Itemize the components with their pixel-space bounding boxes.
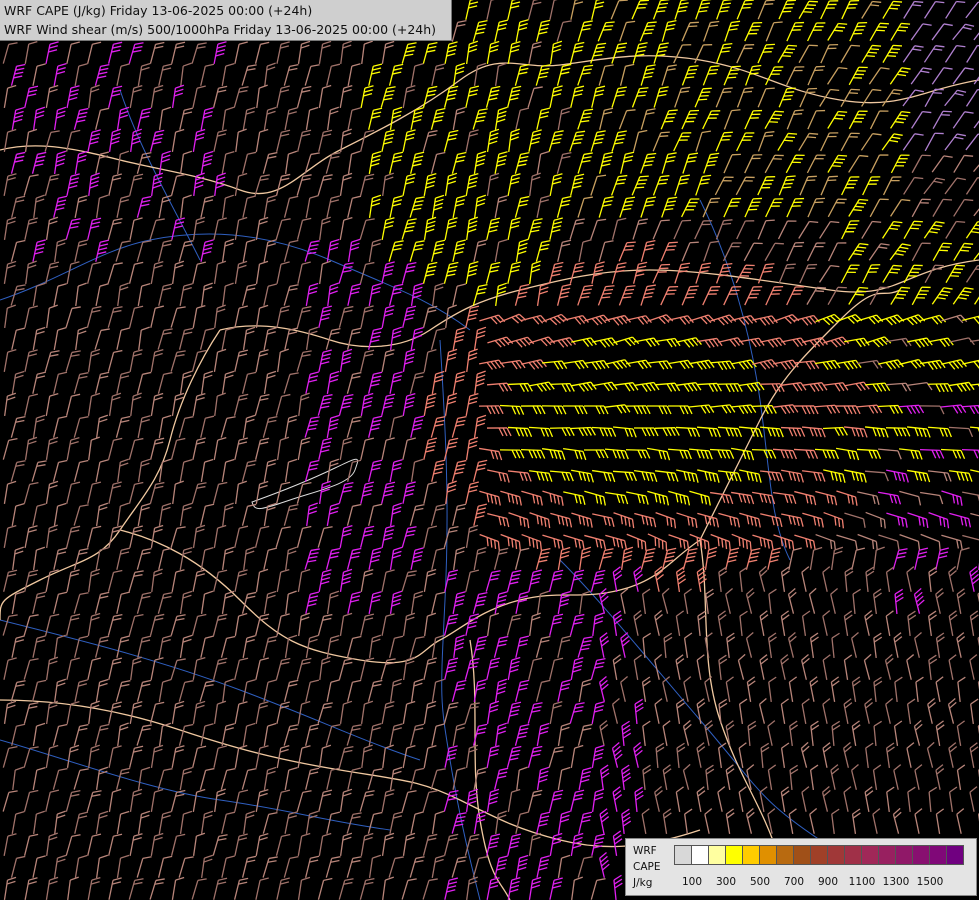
legend-swatch xyxy=(759,845,777,865)
legend-swatch xyxy=(742,845,760,865)
legend-swatch xyxy=(793,845,811,865)
legend-tick-label: 900 xyxy=(817,876,839,888)
map-title-box: WRF CAPE (J/kg) Friday 13-06-2025 00:00 … xyxy=(0,0,452,41)
legend-field-label: CAPE xyxy=(633,861,661,873)
legend-swatch xyxy=(810,845,828,865)
legend-tick-label: 100 xyxy=(681,876,703,888)
legend-swatch xyxy=(827,845,845,865)
legend-swatch xyxy=(912,845,930,865)
legend-swatch xyxy=(946,845,964,865)
legend-swatch xyxy=(776,845,794,865)
legend-swatch xyxy=(861,845,879,865)
forecast-map xyxy=(0,0,979,900)
legend-tick-label: 1500 xyxy=(916,876,944,888)
legend-swatch xyxy=(895,845,913,865)
legend-model-label: WRF xyxy=(633,845,657,857)
legend-swatch xyxy=(878,845,896,865)
legend-swatch xyxy=(725,845,743,865)
legend-swatch xyxy=(929,845,947,865)
title-cape: WRF CAPE (J/kg) Friday 13-06-2025 00:00 … xyxy=(4,3,313,18)
cape-legend: WRF CAPE J/kg 100 300 500 700 900 1100 1300 150… xyxy=(625,838,977,896)
legend-tick-label: 300 xyxy=(715,876,737,888)
legend-swatch xyxy=(674,845,692,865)
legend-tick-label: 1100 xyxy=(848,876,876,888)
legend-swatch xyxy=(708,845,726,865)
legend-swatch xyxy=(844,845,862,865)
legend-color-scale xyxy=(674,845,964,865)
title-wind-shear: WRF Wind shear (m/s) 500/1000hPa Friday … xyxy=(4,22,437,37)
legend-tick-label: 500 xyxy=(749,876,771,888)
legend-unit-label: J/kg xyxy=(633,877,653,889)
legend-swatch xyxy=(691,845,709,865)
legend-tick-labels: 100 300 500 700 900 1100 1300 1500 xyxy=(674,876,974,890)
legend-tick-label: 700 xyxy=(783,876,805,888)
legend-tick-label: 1300 xyxy=(882,876,910,888)
